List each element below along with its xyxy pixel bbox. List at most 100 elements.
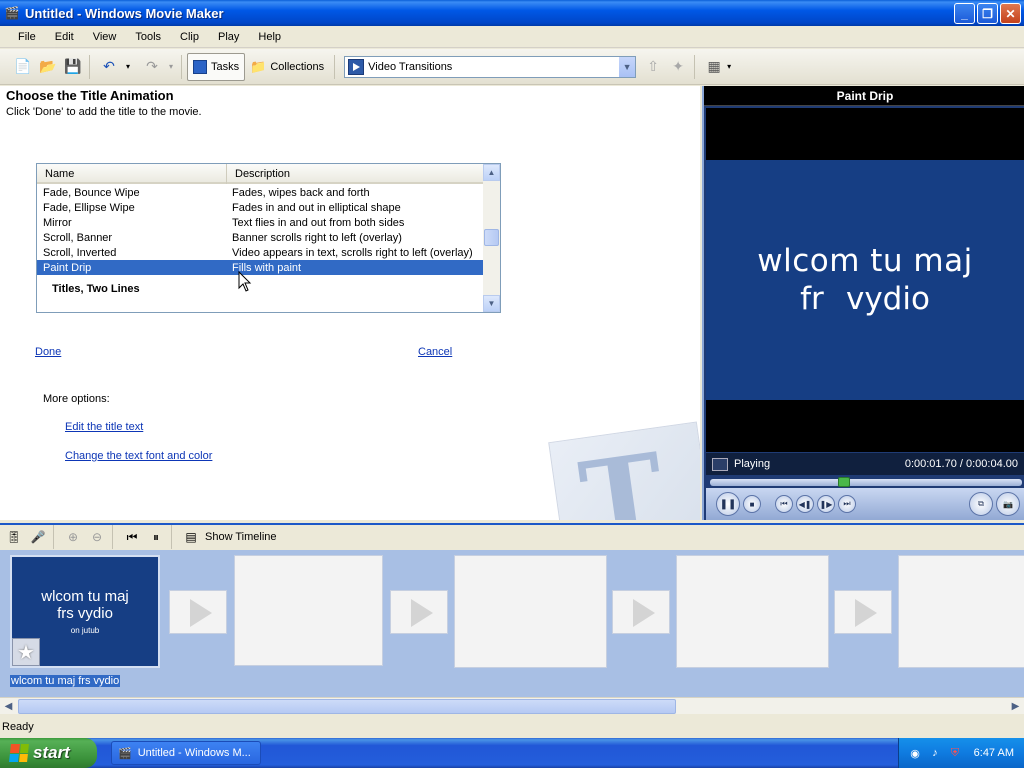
- cancel-link[interactable]: Cancel: [418, 346, 452, 358]
- previous-frame-icon[interactable]: ⏮: [775, 495, 793, 513]
- preview-screen[interactable]: wlcom tu maj fr vydio: [706, 108, 1024, 452]
- redo-dropdown-icon[interactable]: ▾: [166, 56, 176, 78]
- collections-label: Collections: [270, 60, 325, 73]
- monitor-status-icon: [712, 457, 728, 471]
- scroll-thumb[interactable]: [18, 699, 676, 714]
- list-scrollbar[interactable]: ▲ ▼: [483, 164, 500, 312]
- done-link[interactable]: Done: [35, 346, 61, 358]
- edit-title-text-link[interactable]: Edit the title text: [65, 421, 143, 433]
- more-options-label: More options:: [43, 393, 110, 405]
- scroll-right-icon[interactable]: ▶: [1007, 698, 1024, 714]
- taskbar: start 🎬 Untitled - Windows M... ◉ ♪ ⛨ 6:…: [0, 738, 1024, 768]
- storyboard-clip-empty[interactable]: [898, 555, 1024, 668]
- scroll-down-icon[interactable]: ▼: [483, 295, 500, 312]
- storyboard-clip-empty[interactable]: [454, 555, 607, 668]
- clip-title-line-3: on jutub: [70, 626, 100, 635]
- new-project-icon[interactable]: 📄: [12, 56, 34, 78]
- storyboard-clip-empty[interactable]: [676, 555, 829, 668]
- menu-clip[interactable]: Clip: [172, 31, 207, 43]
- rewind-icon[interactable]: ◀❚: [796, 495, 814, 513]
- menu-edit[interactable]: Edit: [47, 31, 82, 43]
- animation-list[interactable]: Name Description Fade, Bounce Wipe Fades…: [36, 163, 501, 313]
- transition-slot[interactable]: [169, 590, 227, 634]
- narrate-icon[interactable]: 🎤: [28, 527, 48, 547]
- toolbar: 📄 📂 💾 ↶ ▾ ↷ ▾ Tasks 📁 Collections Video …: [0, 49, 1024, 85]
- maximize-button[interactable]: ❐: [977, 3, 998, 24]
- security-shield-icon[interactable]: ⛨: [947, 745, 963, 761]
- scroll-left-icon[interactable]: ◀: [0, 698, 17, 714]
- storyboard: wlcom tu maj frs vydio on jutub ★ wlcom …: [0, 550, 1024, 697]
- close-button[interactable]: ✕: [1000, 3, 1021, 24]
- tasks-label: Tasks: [211, 60, 240, 73]
- clip-title-line-2: frs vydio: [57, 605, 113, 622]
- list-item[interactable]: Fade, Ellipse Wipe Fades in and out in e…: [37, 200, 483, 215]
- redo-icon[interactable]: ↷: [141, 56, 163, 78]
- item-name: Paint Drip: [43, 261, 92, 274]
- transition-slot[interactable]: [834, 590, 892, 634]
- timeline-icon[interactable]: ▤: [181, 527, 201, 547]
- storyboard-scrollbar[interactable]: ◀ ▶: [0, 697, 1024, 714]
- zoom-out-icon[interactable]: ⊖: [87, 527, 107, 547]
- split-clip-icon[interactable]: ⧉: [969, 492, 993, 516]
- scroll-up-icon[interactable]: ▲: [483, 164, 500, 181]
- clock[interactable]: 6:47 AM: [974, 747, 1014, 759]
- new-folder-icon[interactable]: ✦: [667, 56, 689, 78]
- animation-rows: Fade, Bounce Wipe Fades, wipes back and …: [37, 185, 483, 303]
- clip-caption[interactable]: wlcom tu maj frs vydio: [10, 675, 121, 687]
- undo-dropdown-icon[interactable]: ▾: [123, 56, 133, 78]
- open-project-icon[interactable]: 📂: [37, 56, 59, 78]
- show-timeline-button[interactable]: Show Timeline: [205, 531, 277, 543]
- menu-tools[interactable]: Tools: [127, 31, 169, 43]
- views-dropdown-icon[interactable]: ▾: [725, 56, 733, 78]
- storyboard-clip-title[interactable]: wlcom tu maj frs vydio on jutub ★: [10, 555, 160, 668]
- audio-levels-icon[interactable]: 🎚: [4, 527, 24, 547]
- list-item-selected[interactable]: Paint Drip Fills with paint: [37, 260, 483, 275]
- storyboard-clip-empty[interactable]: [234, 555, 383, 666]
- collections-button[interactable]: 📁 Collections: [245, 53, 329, 81]
- rewind-storyboard-icon[interactable]: ⏮: [122, 527, 142, 547]
- preview-line-1: wlcom tu maj: [757, 243, 973, 279]
- menu-view[interactable]: View: [85, 31, 125, 43]
- list-item[interactable]: Fade, Bounce Wipe Fades, wipes back and …: [37, 185, 483, 200]
- list-item[interactable]: Scroll, Banner Banner scrolls right to l…: [37, 230, 483, 245]
- status-text: Ready: [2, 721, 34, 733]
- take-picture-icon[interactable]: 📷: [996, 492, 1020, 516]
- play-storyboard-icon[interactable]: ⏸: [146, 527, 166, 547]
- list-item[interactable]: Scroll, Inverted Video appears in text, …: [37, 245, 483, 260]
- tasks-button[interactable]: Tasks: [187, 52, 246, 81]
- toolbar-separator: [53, 525, 54, 549]
- video-effect-star-icon[interactable]: ★: [12, 638, 40, 666]
- chevron-down-icon[interactable]: ▼: [618, 56, 636, 77]
- stop-icon[interactable]: ■: [743, 495, 761, 513]
- pause-icon[interactable]: ❚❚: [716, 492, 740, 516]
- menu-file[interactable]: File: [10, 31, 44, 43]
- network-icon[interactable]: ◉: [907, 745, 923, 761]
- next-frame-icon[interactable]: ⏭: [838, 495, 856, 513]
- menu-play[interactable]: Play: [210, 31, 247, 43]
- collection-select[interactable]: Video Transitions ▼: [344, 55, 637, 78]
- toolbar-separator: [694, 54, 696, 79]
- views-icon[interactable]: ▦: [703, 56, 725, 78]
- minimize-button[interactable]: _: [954, 3, 975, 24]
- seek-handle[interactable]: [838, 477, 850, 487]
- column-header-name[interactable]: Name: [37, 164, 227, 184]
- taskbar-item-movie-maker[interactable]: 🎬 Untitled - Windows M...: [111, 741, 261, 765]
- seek-bar[interactable]: [710, 477, 1022, 487]
- change-font-color-link[interactable]: Change the text font and color: [65, 450, 212, 462]
- column-header-description[interactable]: Description: [227, 164, 483, 184]
- title-watermark-icon: T: [548, 421, 700, 520]
- save-project-icon[interactable]: 💾: [62, 56, 84, 78]
- transition-slot[interactable]: [612, 590, 670, 634]
- transition-slot[interactable]: [390, 590, 448, 634]
- menu-help[interactable]: Help: [250, 31, 289, 43]
- title-bar[interactable]: 🎬 Untitled - Windows Movie Maker _ ❐ ✕: [0, 0, 1024, 26]
- list-item[interactable]: Mirror Text flies in and out from both s…: [37, 215, 483, 230]
- scroll-thumb[interactable]: [484, 229, 499, 246]
- undo-icon[interactable]: ↶: [98, 56, 120, 78]
- zoom-in-icon[interactable]: ⊕: [63, 527, 83, 547]
- start-button[interactable]: start: [0, 738, 97, 768]
- taskbar-item-label: Untitled - Windows M...: [137, 747, 251, 759]
- forward-icon[interactable]: ❚▶: [817, 495, 835, 513]
- up-one-level-icon[interactable]: ⇧: [642, 56, 664, 78]
- volume-icon[interactable]: ♪: [927, 745, 943, 761]
